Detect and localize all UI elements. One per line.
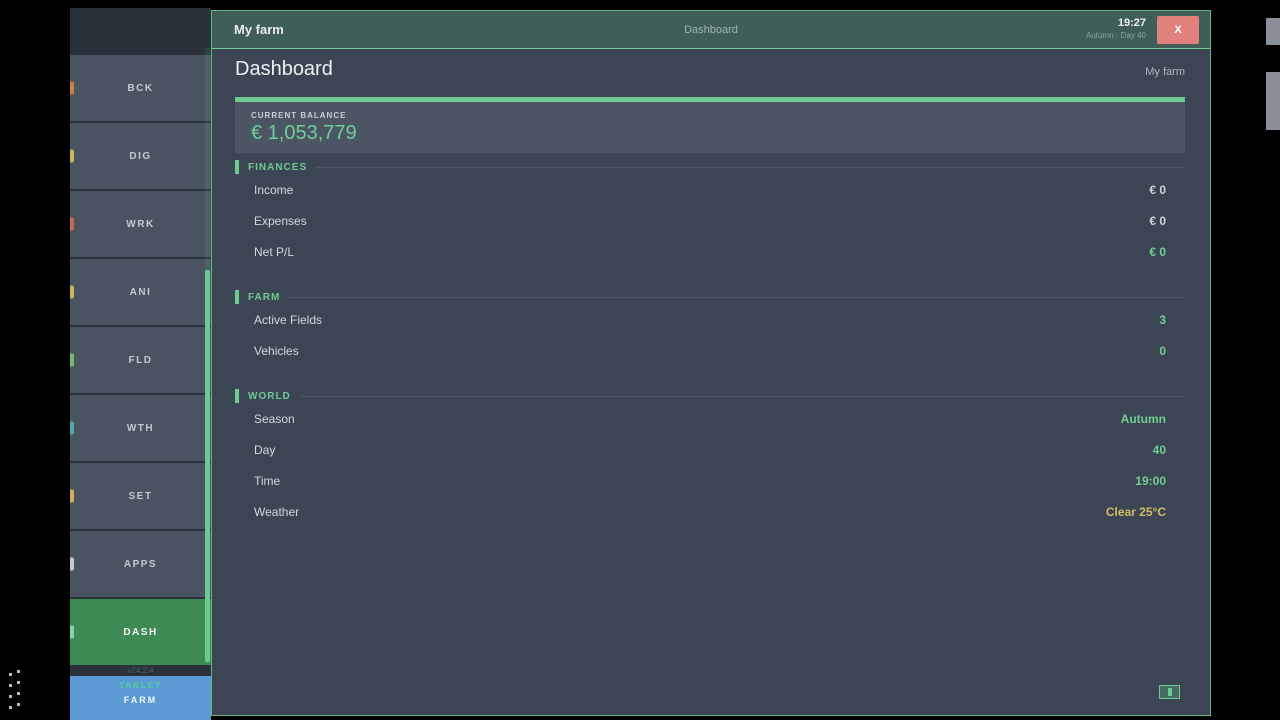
sidebar-item-label: WRK xyxy=(126,219,154,230)
desktop-dot xyxy=(17,681,20,684)
stat-row-vehicles: Vehicles 0 xyxy=(235,335,1185,366)
desktop-dot xyxy=(17,670,20,673)
dashboard-content: Dashboard My farm CURRENT BALANCE € 1,05… xyxy=(235,49,1185,527)
close-button[interactable]: X xyxy=(1157,16,1199,44)
farm-label: FARM xyxy=(70,695,211,705)
stat-row-weather: Weather Clear 25°C xyxy=(235,496,1185,527)
sidebar-item-ani[interactable]: ANI xyxy=(70,259,211,325)
stat-label: Season xyxy=(235,412,295,426)
tablet-farm-button[interactable]: TABLET FARM xyxy=(70,676,211,720)
section-rule xyxy=(315,167,1185,168)
section-rule xyxy=(299,396,1185,397)
tablet-sidebar: BCK DIG WRK ANI FLD WTH SET APPS xyxy=(70,8,211,716)
section-rule xyxy=(288,297,1185,298)
stat-row-day: Day 40 xyxy=(235,434,1185,465)
section-title: FINANCES xyxy=(248,162,307,173)
sidebar-item-label: DASH xyxy=(123,627,157,638)
tablet-label: TABLET xyxy=(70,681,211,690)
stat-value: Clear 25°C xyxy=(1106,505,1185,519)
dash-icon-fragment xyxy=(70,626,74,639)
section-title: WORLD xyxy=(248,391,291,402)
stat-label: Active Fields xyxy=(235,313,322,327)
wrk-icon-fragment xyxy=(70,218,74,231)
stat-value: € 0 xyxy=(1149,214,1185,228)
section-accent-bar xyxy=(235,290,239,304)
stat-row-expenses: Expenses € 0 xyxy=(235,205,1185,236)
clock: 19:27 Autumn - Day 40 xyxy=(1086,17,1146,40)
desktop-dot xyxy=(9,684,12,687)
sidebar-item-dash[interactable]: DASH xyxy=(70,599,211,665)
desktop-scrollbar-scrap xyxy=(1266,72,1280,130)
desktop-dot xyxy=(9,673,12,676)
desktop-dot xyxy=(9,695,12,698)
stat-label: Time xyxy=(235,474,280,488)
sidebar-scrollbar-thumb[interactable] xyxy=(205,270,210,662)
stat-label: Income xyxy=(235,183,293,197)
section-header-world: WORLD xyxy=(235,389,1185,403)
stat-label: Net P/L xyxy=(235,245,294,259)
stat-value: € 0 xyxy=(1149,183,1185,197)
page-title: Dashboard xyxy=(235,58,333,81)
desktop-dot xyxy=(9,706,12,709)
desktop-scrollbar-scrap xyxy=(1266,18,1280,45)
sidebar-item-fld[interactable]: FLD xyxy=(70,327,211,393)
stat-row-net-pl: Net P/L € 0 xyxy=(235,236,1185,267)
section-header-finances: FINANCES xyxy=(235,160,1185,174)
sidebar-item-set[interactable]: SET xyxy=(70,463,211,529)
ani-icon-fragment xyxy=(70,286,74,299)
desktop-dot xyxy=(17,703,20,706)
stat-value: 40 xyxy=(1153,443,1185,457)
desktop-dot xyxy=(17,692,20,695)
battery-icon xyxy=(1159,685,1180,699)
set-icon-fragment xyxy=(70,490,74,503)
titlebar: My farm Dashboard 19:27 Autumn - Day 40 … xyxy=(212,11,1210,49)
version-label: v24.2.4 xyxy=(70,665,211,676)
sidebar-item-label: APPS xyxy=(124,559,157,570)
sidebar-item-wrk[interactable]: WRK xyxy=(70,191,211,257)
sidebar-item-label: BCK xyxy=(127,83,153,94)
sidebar-item-label: WTH xyxy=(127,423,154,434)
sidebar-item-dig[interactable]: DIG xyxy=(70,123,211,189)
page-title-row: Dashboard My farm xyxy=(235,58,1185,88)
apps-icon-fragment xyxy=(70,558,74,571)
sidebar-item-label: SET xyxy=(129,491,153,502)
titlebar-screen-title: Dashboard xyxy=(212,11,1210,49)
dig-icon-fragment xyxy=(70,150,74,163)
bck-icon-fragment xyxy=(70,82,74,95)
stat-label: Day xyxy=(235,443,275,457)
stat-row-income: Income € 0 xyxy=(235,174,1185,205)
sidebar-item-label: DIG xyxy=(129,151,151,162)
section-header-farm: FARM xyxy=(235,290,1185,304)
balance-label: CURRENT BALANCE xyxy=(251,111,1169,120)
clock-date: Autumn - Day 40 xyxy=(1086,31,1146,40)
stat-label: Vehicles xyxy=(235,344,299,358)
battery-cell xyxy=(1168,688,1172,696)
stat-value: Autumn xyxy=(1121,412,1185,426)
section-accent-bar xyxy=(235,389,239,403)
dashboard-panel: My farm Dashboard 19:27 Autumn - Day 40 … xyxy=(211,10,1211,716)
section-accent-bar xyxy=(235,160,239,174)
stat-row-active-fields: Active Fields 3 xyxy=(235,304,1185,335)
stat-value: € 0 xyxy=(1149,245,1185,259)
balance-card: CURRENT BALANCE € 1,053,779 xyxy=(235,102,1185,153)
wth-icon-fragment xyxy=(70,422,74,435)
fld-icon-fragment xyxy=(70,354,74,367)
stat-label: Expenses xyxy=(235,214,307,228)
stat-row-time: Time 19:00 xyxy=(235,465,1185,496)
stat-label: Weather xyxy=(235,505,299,519)
stat-row-season: Season Autumn xyxy=(235,403,1185,434)
stat-value: 0 xyxy=(1159,344,1185,358)
game-screen: BCK DIG WRK ANI FLD WTH SET APPS xyxy=(0,0,1280,720)
section-title: FARM xyxy=(248,292,280,303)
sidebar-item-label: ANI xyxy=(130,287,152,298)
sidebar-item-wth[interactable]: WTH xyxy=(70,395,211,461)
clock-time: 19:27 xyxy=(1086,17,1146,29)
page-farm-label: My farm xyxy=(1145,66,1185,78)
stat-value: 3 xyxy=(1159,313,1185,327)
balance-value: € 1,053,779 xyxy=(251,122,1169,145)
sidebar-item-label: FLD xyxy=(129,355,153,366)
sidebar-item-apps[interactable]: APPS xyxy=(70,531,211,597)
sidebar-item-bck[interactable]: BCK xyxy=(70,55,211,121)
stat-value: 19:00 xyxy=(1135,474,1185,488)
